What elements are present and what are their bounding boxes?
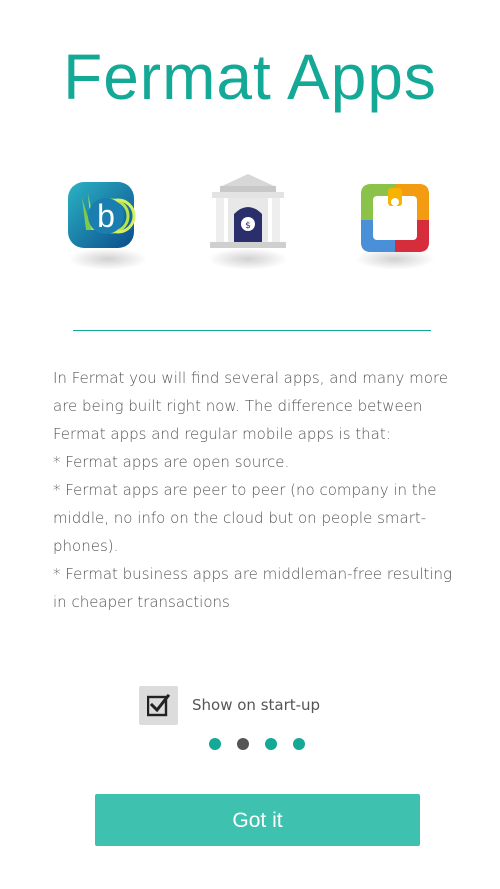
app-icon-wallet: b — [58, 172, 158, 282]
divider — [73, 330, 431, 331]
description-point-open-source: * Fermat apps are open source. — [53, 453, 290, 471]
show-on-startup-label: Show on start-up — [192, 696, 321, 714]
bitcoin-wallet-icon: b — [68, 182, 136, 248]
bank-icon: $ — [210, 174, 286, 248]
app-icons-row: b $ — [0, 172, 500, 282]
page-dot-active[interactable] — [237, 738, 249, 750]
app-icon-bank: $ — [198, 172, 298, 282]
page-dot[interactable] — [293, 738, 305, 750]
svg-text:b: b — [97, 198, 115, 234]
show-on-startup-checkbox[interactable] — [139, 686, 178, 725]
page-title: Fermat Apps — [63, 41, 437, 113]
got-it-button[interactable]: Got it — [95, 794, 420, 846]
page-dot[interactable] — [209, 738, 221, 750]
description: In Fermat you will find several apps, an… — [53, 364, 453, 616]
checkmark-icon — [147, 694, 170, 717]
app-icon-shop — [345, 172, 445, 282]
svg-text:$: $ — [245, 221, 251, 231]
description-point-middleman-free: * Fermat business apps are middleman-fre… — [53, 565, 453, 611]
description-point-p2p: * Fermat apps are peer to peer (no compa… — [53, 481, 437, 555]
description-intro: In Fermat you will find several apps, an… — [53, 369, 449, 443]
page-indicator — [0, 738, 500, 752]
page-dot[interactable] — [265, 738, 277, 750]
shopping-bag-icon — [361, 184, 429, 252]
